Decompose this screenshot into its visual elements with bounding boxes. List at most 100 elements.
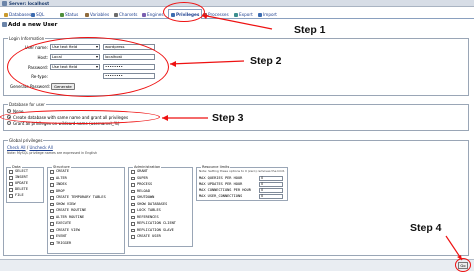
host-type-select[interactable]: Local <box>50 54 100 60</box>
go-button[interactable]: Go <box>458 262 468 269</box>
generate-password-button[interactable]: Generate <box>51 83 75 90</box>
db-create-label: Create database with same name and grant… <box>13 114 129 120</box>
privilege-label: ALTER ROUTINE <box>56 214 85 219</box>
tab-variables[interactable]: Variables <box>85 11 109 18</box>
db-none-radio[interactable] <box>7 109 11 113</box>
limit-label: MAX USER_CONNECTIONS <box>199 193 243 198</box>
tab-charsets[interactable]: Charsets <box>114 11 137 18</box>
delete-checkbox[interactable] <box>9 188 13 192</box>
max-queries-input[interactable]: 0 <box>259 176 283 181</box>
retype-label: Re-type: <box>31 74 48 79</box>
resource-limits-note: Note: Setting these options to 0 (zero) … <box>199 169 285 173</box>
privilege-label: REPLICATION SLAVE <box>137 227 174 232</box>
retype-password-input[interactable]: •••••••• <box>103 73 155 79</box>
replication-client-checkbox[interactable] <box>131 222 135 226</box>
tab-label: Import <box>263 12 277 17</box>
privilege-label: CREATE VIEW <box>56 227 80 232</box>
event-checkbox[interactable] <box>50 235 54 239</box>
step1-label: Step 1 <box>294 24 326 36</box>
drop-checkbox[interactable] <box>50 189 54 193</box>
password-input[interactable]: •••••••• <box>103 64 155 70</box>
generate-password-label: Generate Password: <box>10 84 50 89</box>
tab-export[interactable]: Export <box>234 11 253 18</box>
create-user-checkbox[interactable] <box>131 235 135 239</box>
show-databases-checkbox[interactable] <box>131 202 135 206</box>
tab-label: Status <box>65 12 79 17</box>
db-create-radio[interactable] <box>7 115 11 119</box>
replication-slave-checkbox[interactable] <box>131 228 135 232</box>
host-input[interactable]: localhost <box>103 54 155 60</box>
privilege-label: SUPER <box>137 175 148 180</box>
db-none-label: None <box>13 108 24 114</box>
host-label: Host: <box>37 55 48 60</box>
check-all-link[interactable]: Check All <box>7 145 26 150</box>
export-icon <box>234 12 238 17</box>
tab-label: Processes <box>208 12 229 17</box>
step3-label: Step 3 <box>212 112 244 124</box>
login-legend: Login Information <box>8 35 46 41</box>
lock-tables-checkbox[interactable] <box>131 209 135 213</box>
charsets-icon <box>114 12 118 17</box>
show-view-checkbox[interactable] <box>50 202 54 206</box>
user-name-type-select[interactable]: Use text field <box>50 44 100 50</box>
tab-label: Charsets <box>119 12 138 17</box>
database-legend: Database for user <box>8 101 46 107</box>
max-updates-input[interactable]: 0 <box>259 182 283 187</box>
index-checkbox[interactable] <box>50 183 54 187</box>
process-checkbox[interactable] <box>131 183 135 187</box>
references-checkbox[interactable] <box>131 215 135 219</box>
select-checkbox[interactable] <box>9 170 13 174</box>
password-type-select[interactable]: Use text field <box>50 64 100 70</box>
tab-import[interactable]: Import <box>258 11 277 18</box>
db-wildcard-label: Grant all privileges on wildcard name (u… <box>13 120 120 126</box>
limit-label: MAX QUERIES PER HOUR <box>199 175 243 180</box>
privilege-label: UPDATE <box>15 181 28 186</box>
privilege-label: GRANT <box>137 169 148 174</box>
tab-sql[interactable]: SQL <box>31 11 44 18</box>
tab-privileges[interactable]: Privileges <box>168 9 203 19</box>
databases-icon <box>4 12 8 17</box>
import-icon <box>258 12 262 17</box>
create-temporary-tables-checkbox[interactable] <box>50 196 54 200</box>
tab-processes[interactable]: Processes <box>203 11 229 18</box>
uncheck-all-link[interactable]: Uncheck All <box>29 145 52 150</box>
status-icon <box>60 12 64 17</box>
add-user-icon <box>2 22 7 27</box>
privilege-label: CREATE USER <box>137 234 161 239</box>
max-user-connections-input[interactable]: 0 <box>259 194 283 199</box>
reload-checkbox[interactable] <box>131 189 135 193</box>
tab-databases[interactable]: Databases <box>4 11 31 18</box>
trigger-checkbox[interactable] <box>50 241 54 245</box>
user-name-input[interactable]: wordpress <box>103 44 155 50</box>
privilege-label: SELECT <box>15 169 28 174</box>
max-connections-input[interactable]: 0 <box>259 188 283 193</box>
privilege-label: DELETE <box>15 187 28 192</box>
limit-label: MAX UPDATES PER HOUR <box>199 181 243 186</box>
alter-routine-checkbox[interactable] <box>50 215 54 219</box>
privilege-label: FILE <box>15 193 24 198</box>
tab-engines[interactable]: Engines <box>142 11 164 18</box>
server-label[interactable]: Server: localhost <box>9 1 49 6</box>
variables-icon <box>85 12 89 17</box>
create-checkbox[interactable] <box>50 170 54 174</box>
form-footer-bar <box>0 259 474 271</box>
create-routine-checkbox[interactable] <box>50 209 54 213</box>
update-checkbox[interactable] <box>9 182 13 186</box>
privilege-label: SHUTDOWN <box>137 195 155 200</box>
engines-icon <box>142 12 146 17</box>
execute-checkbox[interactable] <box>50 222 54 226</box>
shutdown-checkbox[interactable] <box>131 196 135 200</box>
tab-label: Engines <box>147 12 164 17</box>
tab-status[interactable]: Status <box>60 11 78 18</box>
insert-checkbox[interactable] <box>9 176 13 180</box>
grant-checkbox[interactable] <box>131 170 135 174</box>
file-checkbox[interactable] <box>9 194 13 198</box>
db-wildcard-radio[interactable] <box>7 121 11 125</box>
privilege-label: INSERT <box>15 175 28 180</box>
tab-label: SQL <box>36 12 45 17</box>
create-view-checkbox[interactable] <box>50 228 54 232</box>
super-checkbox[interactable] <box>131 176 135 180</box>
alter-checkbox[interactable] <box>50 176 54 180</box>
global-legend: Global privileges <box>8 137 44 143</box>
check-all-row: Check All / Uncheck All <box>7 146 53 150</box>
